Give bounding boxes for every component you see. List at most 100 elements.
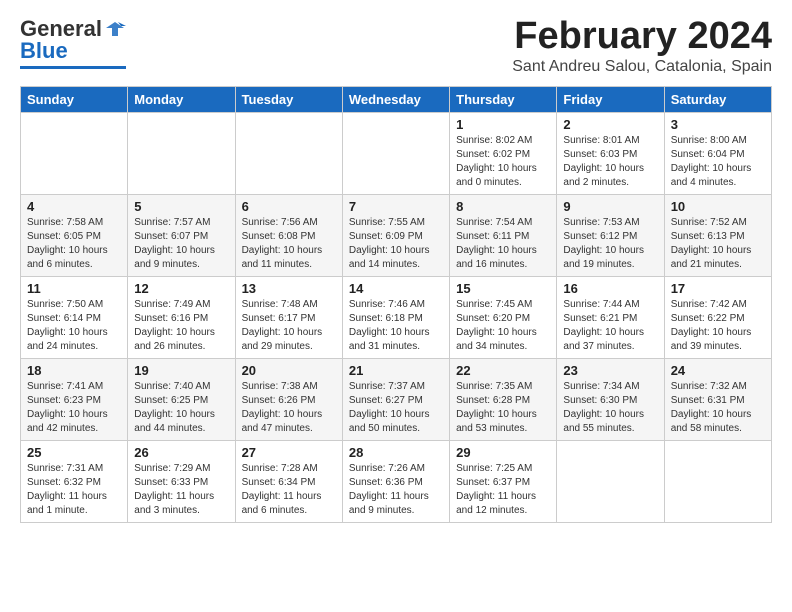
day-info: Sunrise: 7:28 AM Sunset: 6:34 PM Dayligh… [242,462,336,518]
day-info: Sunrise: 7:49 AM Sunset: 6:16 PM Dayligh… [134,298,228,354]
day-number: 19 [134,363,228,378]
calendar-cell [235,112,342,194]
calendar-cell: 13 Sunrise: 7:48 AM Sunset: 6:17 PM Dayli… [235,276,342,358]
day-number: 17 [671,281,765,296]
day-info: Sunrise: 7:46 AM Sunset: 6:18 PM Dayligh… [349,298,443,354]
day-number: 12 [134,281,228,296]
day-info: Sunrise: 7:50 AM Sunset: 6:14 PM Dayligh… [27,298,121,354]
logo-blue: Blue [20,38,68,64]
calendar-cell: 24 Sunrise: 7:32 AM Sunset: 6:31 PM Dayli… [664,358,771,440]
calendar-cell: 22 Sunrise: 7:35 AM Sunset: 6:28 PM Dayli… [450,358,557,440]
day-info: Sunrise: 8:01 AM Sunset: 6:03 PM Dayligh… [563,134,657,190]
calendar-cell [21,112,128,194]
calendar-cell: 4Sunrise: 7:58 AM Sunset: 6:05 PM Daylig… [21,194,128,276]
day-info: Sunrise: 7:37 AM Sunset: 6:27 PM Dayligh… [349,380,443,436]
day-info: Sunrise: 7:35 AM Sunset: 6:28 PM Dayligh… [456,380,550,436]
calendar-week-5: 25Sunrise: 7:31 AM Sunset: 6:32 PM Dayli… [21,440,772,522]
weekday-header-sunday: Sunday [21,86,128,112]
calendar-cell: 27 Sunrise: 7:28 AM Sunset: 6:34 PM Dayli… [235,440,342,522]
calendar: SundayMondayTuesdayWednesdayThursdayFrid… [20,86,772,523]
day-number: 20 [242,363,336,378]
day-number: 24 [671,363,765,378]
weekday-header-saturday: Saturday [664,86,771,112]
day-info: Sunrise: 7:29 AM Sunset: 6:33 PM Dayligh… [134,462,228,518]
day-info: Sunrise: 7:57 AM Sunset: 6:07 PM Dayligh… [134,216,228,272]
day-info: Sunrise: 7:52 AM Sunset: 6:13 PM Dayligh… [671,216,765,272]
day-info: Sunrise: 7:55 AM Sunset: 6:09 PM Dayligh… [349,216,443,272]
weekday-header-friday: Friday [557,86,664,112]
calendar-cell: 12 Sunrise: 7:49 AM Sunset: 6:16 PM Dayli… [128,276,235,358]
day-number: 10 [671,199,765,214]
calendar-cell: 28Sunrise: 7:26 AM Sunset: 6:36 PM Dayli… [342,440,449,522]
weekday-header-thursday: Thursday [450,86,557,112]
calendar-cell: 3 Sunrise: 8:00 AM Sunset: 6:04 PM Daylig… [664,112,771,194]
calendar-cell: 23Sunrise: 7:34 AM Sunset: 6:30 PM Dayli… [557,358,664,440]
day-number: 11 [27,281,121,296]
calendar-cell: 6 Sunrise: 7:56 AM Sunset: 6:08 PM Daylig… [235,194,342,276]
calendar-cell: 11 Sunrise: 7:50 AM Sunset: 6:14 PM Dayli… [21,276,128,358]
day-info: Sunrise: 7:48 AM Sunset: 6:17 PM Dayligh… [242,298,336,354]
calendar-cell: 21Sunrise: 7:37 AM Sunset: 6:27 PM Dayli… [342,358,449,440]
day-info: Sunrise: 7:53 AM Sunset: 6:12 PM Dayligh… [563,216,657,272]
day-number: 6 [242,199,336,214]
calendar-cell: 29Sunrise: 7:25 AM Sunset: 6:37 PM Dayli… [450,440,557,522]
day-number: 16 [563,281,657,296]
calendar-cell: 16Sunrise: 7:44 AM Sunset: 6:21 PM Dayli… [557,276,664,358]
day-info: Sunrise: 8:00 AM Sunset: 6:04 PM Dayligh… [671,134,765,190]
day-number: 8 [456,199,550,214]
day-number: 14 [349,281,443,296]
day-number: 18 [27,363,121,378]
day-info: Sunrise: 7:42 AM Sunset: 6:22 PM Dayligh… [671,298,765,354]
header: General Blue February 2024 Sant Andreu S… [20,16,772,76]
day-number: 9 [563,199,657,214]
day-info: Sunrise: 7:26 AM Sunset: 6:36 PM Dayligh… [349,462,443,518]
weekday-header-tuesday: Tuesday [235,86,342,112]
day-info: Sunrise: 7:45 AM Sunset: 6:20 PM Dayligh… [456,298,550,354]
day-number: 26 [134,445,228,460]
day-number: 3 [671,117,765,132]
day-info: Sunrise: 7:54 AM Sunset: 6:11 PM Dayligh… [456,216,550,272]
calendar-cell [664,440,771,522]
calendar-cell: 25Sunrise: 7:31 AM Sunset: 6:32 PM Dayli… [21,440,128,522]
calendar-cell: 8 Sunrise: 7:54 AM Sunset: 6:11 PM Daylig… [450,194,557,276]
calendar-week-2: 4Sunrise: 7:58 AM Sunset: 6:05 PM Daylig… [21,194,772,276]
calendar-cell: 15 Sunrise: 7:45 AM Sunset: 6:20 PM Dayli… [450,276,557,358]
calendar-cell [128,112,235,194]
calendar-cell: 26 Sunrise: 7:29 AM Sunset: 6:33 PM Dayli… [128,440,235,522]
day-number: 13 [242,281,336,296]
calendar-cell: 19 Sunrise: 7:40 AM Sunset: 6:25 PM Dayli… [128,358,235,440]
day-number: 22 [456,363,550,378]
day-number: 7 [349,199,443,214]
day-info: Sunrise: 7:32 AM Sunset: 6:31 PM Dayligh… [671,380,765,436]
calendar-cell: 7 Sunrise: 7:55 AM Sunset: 6:09 PM Daylig… [342,194,449,276]
day-info: Sunrise: 7:41 AM Sunset: 6:23 PM Dayligh… [27,380,121,436]
logo-bird-icon [104,18,126,40]
calendar-cell: 9 Sunrise: 7:53 AM Sunset: 6:12 PM Daylig… [557,194,664,276]
calendar-week-3: 11 Sunrise: 7:50 AM Sunset: 6:14 PM Dayli… [21,276,772,358]
day-number: 5 [134,199,228,214]
day-info: Sunrise: 7:58 AM Sunset: 6:05 PM Dayligh… [27,216,121,272]
calendar-week-1: 1Sunrise: 8:02 AM Sunset: 6:02 PM Daylig… [21,112,772,194]
day-info: Sunrise: 7:56 AM Sunset: 6:08 PM Dayligh… [242,216,336,272]
calendar-week-4: 18 Sunrise: 7:41 AM Sunset: 6:23 PM Dayli… [21,358,772,440]
day-number: 27 [242,445,336,460]
day-number: 25 [27,445,121,460]
calendar-cell [557,440,664,522]
weekday-header-row: SundayMondayTuesdayWednesdayThursdayFrid… [21,86,772,112]
day-info: Sunrise: 7:40 AM Sunset: 6:25 PM Dayligh… [134,380,228,436]
day-info: Sunrise: 7:34 AM Sunset: 6:30 PM Dayligh… [563,380,657,436]
calendar-cell: 2Sunrise: 8:01 AM Sunset: 6:03 PM Daylig… [557,112,664,194]
location-title: Sant Andreu Salou, Catalonia, Spain [512,58,772,76]
calendar-cell: 5 Sunrise: 7:57 AM Sunset: 6:07 PM Daylig… [128,194,235,276]
calendar-cell [342,112,449,194]
month-title: February 2024 [512,16,772,58]
title-area: February 2024 Sant Andreu Salou, Catalon… [512,16,772,76]
calendar-cell: 10 Sunrise: 7:52 AM Sunset: 6:13 PM Dayli… [664,194,771,276]
day-number: 15 [456,281,550,296]
weekday-header-wednesday: Wednesday [342,86,449,112]
calendar-cell: 17 Sunrise: 7:42 AM Sunset: 6:22 PM Dayli… [664,276,771,358]
day-info: Sunrise: 8:02 AM Sunset: 6:02 PM Dayligh… [456,134,550,190]
day-info: Sunrise: 7:38 AM Sunset: 6:26 PM Dayligh… [242,380,336,436]
logo: General Blue [20,16,126,69]
calendar-cell: 1Sunrise: 8:02 AM Sunset: 6:02 PM Daylig… [450,112,557,194]
